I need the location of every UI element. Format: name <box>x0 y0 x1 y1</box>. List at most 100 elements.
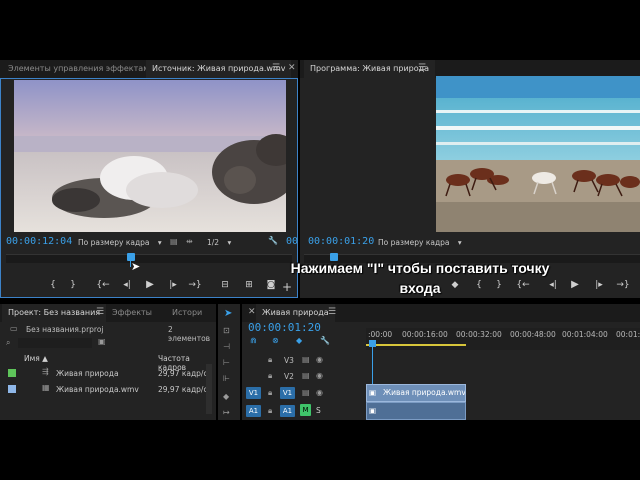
step-forward-icon[interactable]: |▸ <box>166 278 180 292</box>
timeline-timecode[interactable]: 00:00:01:20 <box>248 321 321 334</box>
source-tabbar: Элементы управления эффектами Источник: … <box>0 60 298 78</box>
caption-line-1: Нажимаем "I" чтобы поставить точку <box>290 260 550 276</box>
mark-out-icon[interactable]: } <box>66 278 80 292</box>
ruler-label: 00:00:32:00 <box>456 330 502 339</box>
mark-in-icon[interactable]: { <box>46 278 60 292</box>
list-item[interactable]: ⇶ Живая природа 29,97 кадр/с <box>0 366 216 380</box>
razor-tool-icon[interactable]: ◆ <box>223 392 229 401</box>
lock-icon[interactable]: 🔒︎ <box>268 355 272 365</box>
clip-icon: ▦ <box>42 383 50 392</box>
go-to-in-icon[interactable]: {← <box>96 278 110 292</box>
eye-icon[interactable]: ◉ <box>316 388 323 397</box>
tab-project[interactable]: Проект: Без названия <box>2 304 107 322</box>
panel-menu-icon[interactable]: ☰ <box>272 60 280 78</box>
vertical-scrollbar[interactable] <box>206 364 212 414</box>
tab-history[interactable]: Истори <box>166 304 208 322</box>
selection-tool-icon[interactable]: ➤ <box>224 308 232 319</box>
mouse-cursor: ➤ <box>131 260 141 273</box>
source-patch-v1[interactable]: V1 <box>246 387 261 399</box>
track-label: V3 <box>284 356 294 365</box>
eye-icon[interactable]: ◉ <box>316 355 323 364</box>
resolution-dropdown[interactable]: 1/2 ▾ <box>207 238 231 247</box>
close-icon[interactable]: ✕ <box>288 60 296 78</box>
timeline-ruler[interactable]: :00:00 00:00:16:00 00:00:32:00 00:00:48:… <box>366 328 640 350</box>
program-fit-dropdown[interactable]: По размеру кадра ▾ <box>378 238 462 247</box>
track-v1: V1 🔒︎ V1 ▤ ◉ ▣ Живая природа.wmv [V] <box>242 384 640 402</box>
tab-effects[interactable]: Эффекты <box>106 304 158 322</box>
audio-clip[interactable]: ▣ <box>366 402 466 420</box>
lock-icon[interactable]: 🔒︎ <box>268 406 272 416</box>
close-icon[interactable]: ✕ <box>248 304 256 322</box>
program-timecode[interactable]: 00:00:01:20 <box>308 236 374 247</box>
export-frame-button-icon[interactable]: ◙ <box>264 278 278 292</box>
go-to-out-icon[interactable]: →} <box>616 278 630 292</box>
track-target-a1[interactable]: A1 <box>280 405 295 417</box>
sync-lock-icon[interactable]: ▤ <box>302 355 310 364</box>
lock-icon[interactable]: 🔒︎ <box>268 371 272 381</box>
add-marker-icon[interactable]: ◆ <box>296 336 302 345</box>
caption-line-2: входа <box>399 280 441 296</box>
sync-lock-icon[interactable]: ▤ <box>302 388 310 397</box>
horses-image <box>436 76 640 232</box>
step-forward-icon[interactable]: |▸ <box>592 278 606 292</box>
insert-clip-icon[interactable]: ⊟ <box>218 278 232 292</box>
fx-icon: ▣ <box>369 388 377 397</box>
item-fps: 29,97 кадр/с <box>158 385 208 394</box>
panel-menu-icon[interactable]: ☰ <box>418 60 426 78</box>
play-icon[interactable]: ▶ <box>568 278 582 292</box>
project-tabbar: Проект: Без названия ☰ Эффекты Истори <box>0 304 216 322</box>
insert-icon[interactable]: ⇹ <box>186 237 193 246</box>
source-timecode[interactable]: 00:00:12:04 <box>6 236 72 247</box>
export-frame-icon[interactable]: ▤ <box>170 237 178 246</box>
list-item[interactable]: ▦ Живая природа.wmv 29,97 кадр/с <box>0 382 216 396</box>
tab-program[interactable]: Программа: Живая природа <box>304 60 436 78</box>
source-fit-dropdown[interactable]: По размеру кадра ▾ <box>78 238 162 247</box>
go-to-out-icon[interactable]: →} <box>188 278 202 292</box>
tools-panel: ➤ ⊡ ⊣ ⊢ ⊩ ◆ ↦ <box>218 304 240 420</box>
track-v3: 🔒︎ V3 ▤ ◉ <box>242 352 640 368</box>
snap-icon[interactable]: ⋒ <box>250 336 257 345</box>
panel-menu-icon[interactable]: ☰ <box>328 304 336 322</box>
track-select-tool-icon[interactable]: ⊡ <box>223 326 230 335</box>
timeline-settings-icon[interactable]: 🔧 <box>320 336 330 345</box>
source-patch-a1[interactable]: A1 <box>246 405 261 417</box>
track-label: V2 <box>284 372 294 381</box>
eye-icon[interactable]: ◉ <box>316 371 323 380</box>
chevron-down-icon: ▾ <box>227 238 232 247</box>
track-target-v1[interactable]: V1 <box>280 387 295 399</box>
work-area-bar[interactable] <box>366 344 466 346</box>
step-back-icon[interactable]: ◂| <box>120 278 134 292</box>
tab-sequence[interactable]: Живая природа <box>256 304 335 322</box>
clip-label: Живая природа.wmv [V] <box>383 388 465 397</box>
slip-tool-icon[interactable]: ↦ <box>223 408 230 417</box>
project-item-count: 2 элементов <box>168 325 211 343</box>
wrench-icon[interactable]: 🔧 <box>268 236 278 245</box>
fit-label: По размеру кадра <box>78 238 150 247</box>
source-video-frame <box>14 80 286 232</box>
video-clip[interactable]: ▣ Живая природа.wmv [V] <box>366 384 466 402</box>
mute-button[interactable]: M <box>300 404 311 416</box>
search-icon[interactable]: ⌕ <box>6 338 10 348</box>
column-header-name[interactable]: Имя ▲ <box>24 354 48 363</box>
search-input[interactable] <box>18 338 92 348</box>
overwrite-clip-icon[interactable]: ⊞ <box>242 278 256 292</box>
lock-icon[interactable]: 🔒︎ <box>268 388 272 398</box>
column-name-label: Имя <box>24 354 40 363</box>
source-time-ruler[interactable] <box>6 254 292 263</box>
linked-selection-icon[interactable]: ⊗ <box>272 336 279 345</box>
ruler-label: :00:00 <box>368 330 393 339</box>
sequence-icon: ⇶ <box>42 367 49 376</box>
ruler-label: 00:01:20 <box>616 330 640 339</box>
ripple-edit-tool-icon[interactable]: ⊣ <box>223 342 230 351</box>
folder-icon[interactable]: ▣ <box>98 337 106 346</box>
sync-lock-icon[interactable]: ▤ <box>302 371 310 380</box>
solo-button[interactable]: S <box>316 406 321 415</box>
rate-stretch-tool-icon[interactable]: ⊩ <box>223 374 230 383</box>
tab-effect-controls[interactable]: Элементы управления эффектами <box>2 60 160 78</box>
rolling-edit-tool-icon[interactable]: ⊢ <box>223 358 230 367</box>
item-name: Живая природа <box>56 369 119 378</box>
play-icon[interactable]: ▶ <box>143 278 157 292</box>
panel-menu-icon[interactable]: ☰ <box>96 304 104 322</box>
label-color-swatch <box>8 385 16 393</box>
tab-source[interactable]: Источник: Живая природа.wmv <box>146 60 292 78</box>
